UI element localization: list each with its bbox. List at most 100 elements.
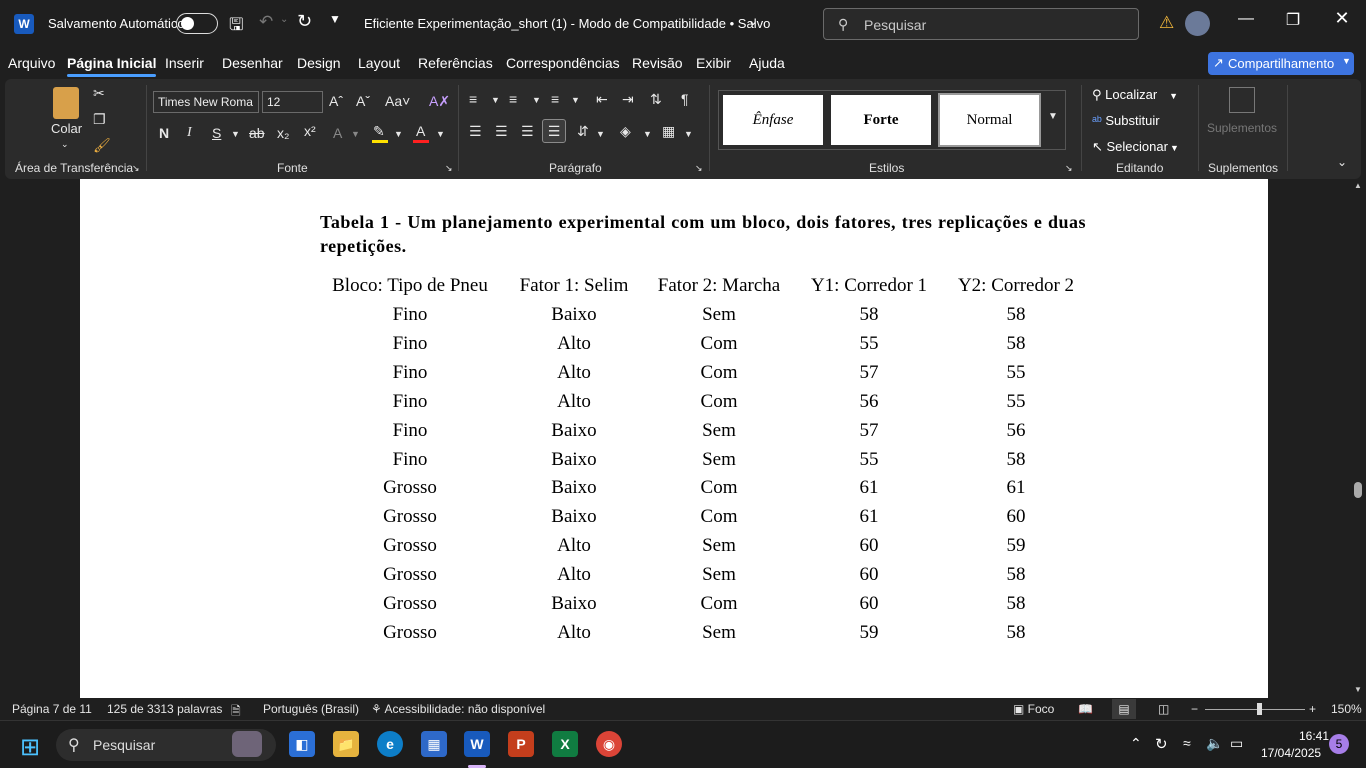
increase-indent-icon[interactable]: ⇥ bbox=[622, 91, 634, 108]
paste-icon[interactable] bbox=[53, 87, 79, 119]
tab-exibir[interactable]: Exibir bbox=[696, 55, 731, 71]
notification-badge[interactable]: 5 bbox=[1329, 734, 1349, 754]
justify-icon[interactable]: ☰ bbox=[542, 119, 566, 143]
ribbon-collapse-icon[interactable]: ⌄ bbox=[1337, 155, 1347, 169]
shading-icon[interactable]: ◈ bbox=[620, 123, 631, 140]
tab-pagina-inicial[interactable]: Página Inicial bbox=[67, 55, 157, 77]
bullets-icon[interactable]: ≡ bbox=[469, 91, 477, 107]
task-view-icon[interactable]: ◧ bbox=[289, 731, 315, 757]
battery-icon[interactable]: ▭ bbox=[1230, 735, 1243, 752]
addins-button[interactable]: Suplementos bbox=[1207, 121, 1277, 135]
clock-date[interactable]: 17/04/2025 bbox=[1261, 746, 1321, 760]
tab-referencias[interactable]: Referências bbox=[418, 55, 493, 71]
select-button[interactable]: ↖ Selecionar ▼ bbox=[1092, 139, 1179, 155]
clock-time[interactable]: 16:41 bbox=[1299, 729, 1329, 743]
document-title[interactable]: Eficiente Experimentação_short (1) - Mod… bbox=[364, 16, 770, 31]
wifi-icon[interactable]: ≈ bbox=[1183, 735, 1191, 751]
line-spacing-dropdown-icon[interactable]: ▼ bbox=[596, 129, 605, 139]
font-family-select[interactable]: Times New Roma bbox=[153, 91, 259, 113]
minimize-icon[interactable]: — bbox=[1226, 10, 1266, 28]
highlight-dropdown-icon[interactable]: ▼ bbox=[394, 129, 403, 139]
subscript-button[interactable]: x₂ bbox=[277, 125, 289, 141]
tab-inserir[interactable]: Inserir bbox=[165, 55, 204, 71]
avatar[interactable] bbox=[1185, 11, 1210, 36]
strikethrough-button[interactable]: ab bbox=[249, 125, 265, 141]
paragraph-launcher-icon[interactable]: ↘ bbox=[695, 163, 703, 174]
font-launcher-icon[interactable]: ↘ bbox=[445, 163, 453, 174]
windows-start-icon[interactable]: ⊞ bbox=[20, 733, 40, 762]
zoom-slider[interactable] bbox=[1205, 709, 1305, 710]
align-right-icon[interactable]: ☰ bbox=[521, 123, 534, 140]
title-chevron-down-icon[interactable]: ⌄ bbox=[748, 14, 758, 28]
store-icon[interactable]: ▦ bbox=[421, 731, 447, 757]
taskbar-search[interactable]: ⚲ Pesquisar bbox=[56, 729, 276, 761]
styles-more-icon[interactable]: ▼ bbox=[1048, 111, 1058, 122]
numbering-dropdown-icon[interactable]: ▼ bbox=[532, 95, 541, 105]
shading-dropdown-icon[interactable]: ▼ bbox=[643, 129, 652, 139]
volume-icon[interactable]: 🔈 bbox=[1206, 735, 1223, 752]
bold-button[interactable]: N bbox=[159, 125, 169, 141]
copy-icon[interactable]: ❐ bbox=[93, 111, 106, 128]
italic-button[interactable]: I bbox=[187, 125, 192, 141]
style-strong[interactable]: Forte bbox=[831, 95, 931, 145]
document-page[interactable]: Tabela 1 - Um planejamento experimental … bbox=[80, 179, 1268, 698]
save-icon[interactable]: 🖫 bbox=[229, 12, 243, 41]
page-count[interactable]: Página 7 de 11 bbox=[12, 702, 92, 716]
undo-dropdown-icon[interactable]: ⌄ bbox=[280, 14, 288, 25]
close-icon[interactable]: ✕ bbox=[1322, 8, 1362, 29]
share-button[interactable]: ↗ Compartilhamento ▼ bbox=[1208, 52, 1354, 75]
word-taskbar-icon[interactable]: W bbox=[464, 731, 490, 757]
zoom-level[interactable]: 150% bbox=[1331, 702, 1362, 716]
language-label[interactable]: Português (Brasil) bbox=[263, 702, 359, 716]
grow-font-icon[interactable]: Aˆ bbox=[329, 93, 343, 109]
powerpoint-icon[interactable]: P bbox=[508, 731, 534, 757]
text-effects-icon[interactable]: A bbox=[333, 125, 342, 141]
text-effects-dropdown-icon[interactable]: ▼ bbox=[351, 129, 360, 139]
tab-ajuda[interactable]: Ajuda bbox=[749, 55, 785, 71]
sort-icon[interactable]: ⇅ bbox=[650, 91, 662, 108]
paste-label[interactable]: Colar bbox=[51, 121, 82, 136]
print-layout-icon[interactable]: ▤ bbox=[1112, 699, 1136, 719]
align-center-icon[interactable]: ☰ bbox=[495, 123, 508, 140]
font-color-dropdown-icon[interactable]: ▼ bbox=[436, 129, 445, 139]
font-size-select[interactable]: 12 bbox=[262, 91, 323, 113]
excel-icon[interactable]: X bbox=[552, 731, 578, 757]
style-normal[interactable]: Normal bbox=[938, 93, 1041, 147]
line-spacing-icon[interactable]: ⇵ bbox=[577, 123, 589, 140]
web-layout-icon[interactable]: ◫ bbox=[1158, 702, 1169, 716]
style-emphasis[interactable]: Ênfase bbox=[723, 95, 823, 145]
file-explorer-icon[interactable]: 📁 bbox=[333, 731, 359, 757]
warning-icon[interactable]: ⚠ bbox=[1159, 13, 1174, 33]
highlight-icon[interactable]: ✎ bbox=[373, 123, 385, 140]
superscript-button[interactable]: x² bbox=[304, 123, 316, 139]
paste-dropdown-icon[interactable]: ⌄ bbox=[61, 139, 69, 150]
change-case-icon[interactable]: Aa˅ bbox=[385, 93, 410, 109]
format-painter-icon[interactable]: 🖌 bbox=[93, 137, 111, 154]
tab-desenhar[interactable]: Desenhar bbox=[222, 55, 283, 71]
tab-layout[interactable]: Layout bbox=[358, 55, 400, 71]
redo-icon[interactable]: ↻ bbox=[297, 11, 312, 32]
search-input[interactable]: ⚲ Pesquisar bbox=[823, 8, 1139, 40]
decrease-indent-icon[interactable]: ⇤ bbox=[596, 91, 608, 108]
scroll-down-icon[interactable]: ▼ bbox=[1354, 685, 1362, 694]
underline-button[interactable]: S bbox=[212, 125, 221, 141]
accessibility-status[interactable]: ⚘ Acessibilidade: não disponível bbox=[371, 702, 545, 716]
tab-design[interactable]: Design bbox=[297, 55, 341, 71]
multilevel-dropdown-icon[interactable]: ▼ bbox=[571, 95, 580, 105]
restore-icon[interactable]: ❐ bbox=[1273, 10, 1313, 30]
word-count[interactable]: 125 de 3313 palavras bbox=[107, 702, 222, 716]
clipboard-launcher-icon[interactable]: ↘ bbox=[132, 163, 140, 174]
bullets-dropdown-icon[interactable]: ▼ bbox=[491, 95, 500, 105]
focus-button[interactable]: ▣ Foco bbox=[1013, 702, 1054, 716]
show-paragraph-marks-icon[interactable]: ¶ bbox=[681, 91, 689, 107]
edge-icon[interactable]: e bbox=[377, 731, 403, 757]
shrink-font-icon[interactable]: Aˇ bbox=[356, 93, 370, 109]
replace-button[interactable]: ᵃᵇ Substituir bbox=[1092, 113, 1160, 128]
autosave-toggle[interactable] bbox=[176, 13, 218, 34]
underline-dropdown-icon[interactable]: ▼ bbox=[231, 129, 240, 139]
align-left-icon[interactable]: ☰ bbox=[469, 123, 482, 140]
read-mode-icon[interactable]: 📖 bbox=[1078, 702, 1093, 716]
tab-correspondencias[interactable]: Correspondências bbox=[506, 55, 620, 71]
tab-arquivo[interactable]: Arquivo bbox=[8, 55, 55, 71]
borders-dropdown-icon[interactable]: ▼ bbox=[684, 129, 693, 139]
